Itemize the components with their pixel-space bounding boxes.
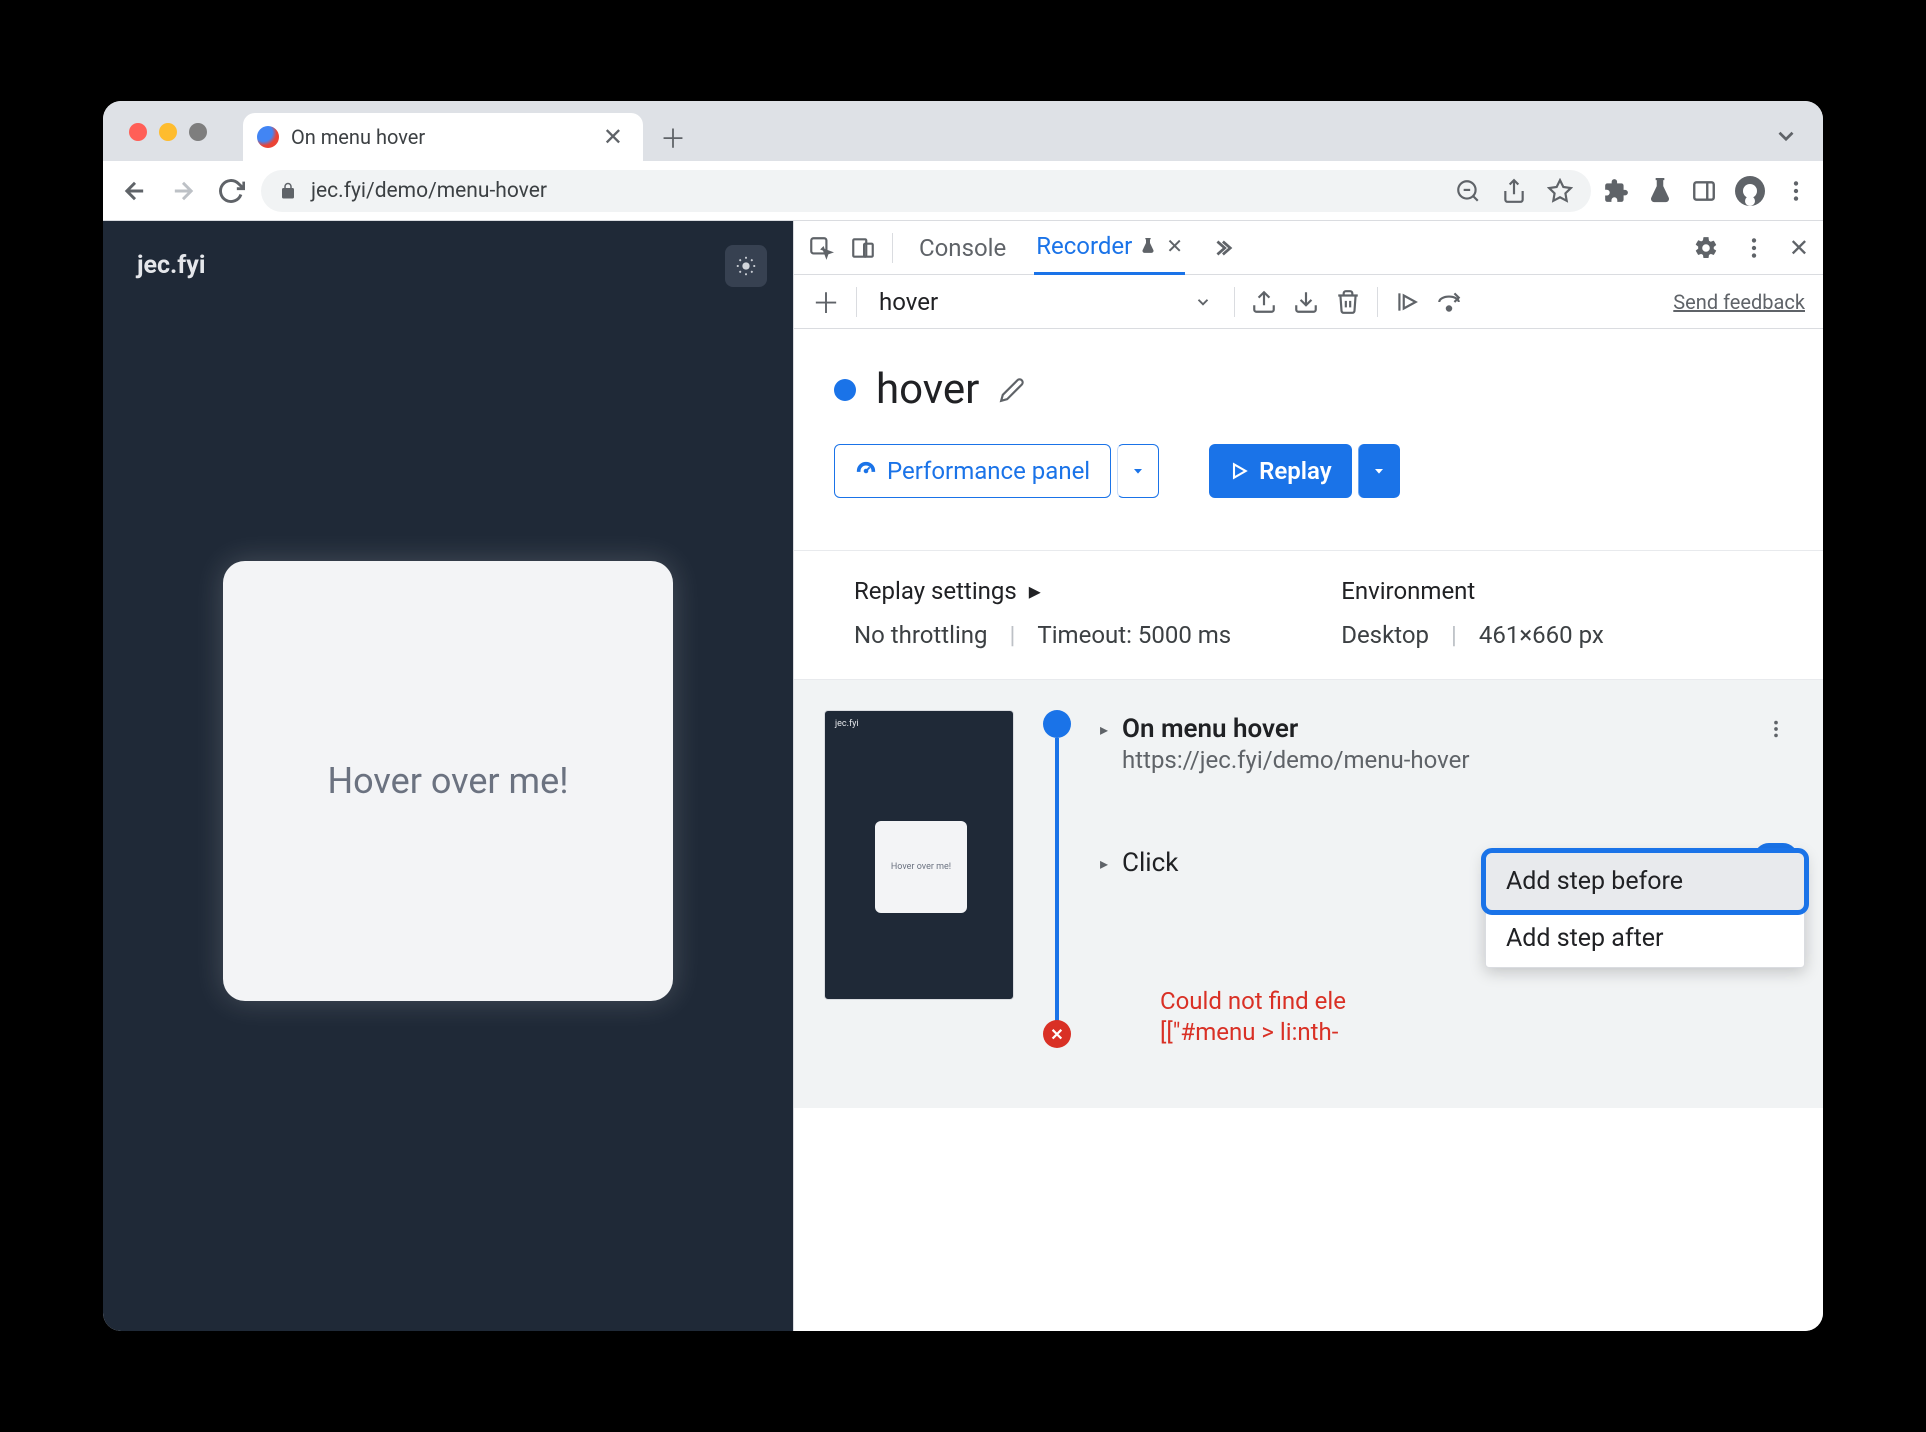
side-panel-icon[interactable] [1691, 178, 1717, 204]
step-item-navigate[interactable]: ▸ On menu hover https://jec.fyi/demo/men… [1100, 710, 1793, 792]
gauge-icon [855, 460, 877, 482]
settings-gear-icon[interactable] [1693, 235, 1719, 261]
tab-list-chevron-icon[interactable] [1773, 123, 1799, 149]
url-field[interactable]: jec.fyi/demo/menu-hover [261, 170, 1591, 212]
chevron-right-icon: ▸ [1029, 577, 1041, 605]
close-tab-icon[interactable]: ✕ [597, 123, 629, 151]
more-tabs-chevron-icon[interactable] [1211, 237, 1233, 259]
new-recording-button[interactable]: ＋ [812, 282, 840, 322]
step-title: On menu hover [1122, 714, 1745, 744]
browser-tab[interactable]: On menu hover ✕ [243, 113, 643, 161]
timeline-line [1055, 738, 1059, 1022]
reload-button[interactable] [213, 173, 249, 209]
edit-title-icon[interactable] [999, 377, 1025, 403]
timeline: ✕ [1040, 710, 1074, 1048]
timeline-error-icon: ✕ [1043, 1020, 1071, 1048]
tab-title: On menu hover [291, 125, 585, 149]
extensions-icon[interactable] [1603, 178, 1629, 204]
ctx-add-step-after[interactable]: Add step after [1486, 910, 1804, 967]
export-icon[interactable] [1251, 289, 1277, 315]
performance-panel-dropdown[interactable] [1117, 444, 1159, 498]
recording-select-value: hover [879, 288, 938, 316]
lock-icon [279, 182, 297, 200]
inspect-element-icon[interactable] [808, 235, 834, 261]
close-tab-recorder-icon[interactable]: ✕ [1166, 234, 1183, 258]
settings-block: Replay settings ▸ No throttling | Timeou… [794, 551, 1823, 679]
devtools-tab-bar: Console Recorder ✕ ✕ [794, 221, 1823, 275]
thumb-brand: jec.fyi [835, 719, 859, 729]
step-thumbnail[interactable]: jec.fyi Hover over me! [824, 710, 1014, 1000]
environment-heading: Environment [1341, 577, 1475, 605]
devtools-panel: Console Recorder ✕ ✕ ＋ [793, 221, 1823, 1331]
page-content: jec.fyi Hover over me! [103, 221, 793, 1331]
tab-recorder[interactable]: Recorder ✕ [1034, 221, 1185, 275]
ctx-add-step-before[interactable]: Add step before [1486, 853, 1804, 910]
content-row: jec.fyi Hover over me! Console [103, 221, 1823, 1331]
profile-avatar-icon[interactable] [1735, 176, 1765, 206]
timeout-value: Timeout: 5000 ms [1037, 621, 1231, 649]
step-error-text: Could not find ele [["#menu > li:nth- [1160, 986, 1540, 1048]
throttling-value: No throttling [854, 621, 988, 649]
new-tab-button[interactable]: ＋ [653, 117, 693, 157]
devtools-close-icon[interactable]: ✕ [1789, 234, 1809, 262]
replay-dropdown[interactable] [1358, 444, 1400, 498]
recording-title: hover [876, 365, 979, 414]
devtools-menu-icon[interactable] [1741, 235, 1767, 261]
recorder-body: hover Performance panel Replay [794, 329, 1823, 1331]
thumb-card: Hover over me! [875, 821, 967, 913]
step-context-menu: Add step before Add step after [1485, 852, 1805, 968]
browser-menu-icon[interactable] [1783, 178, 1809, 204]
minimize-window-icon[interactable] [159, 123, 177, 141]
url-text: jec.fyi/demo/menu-hover [311, 179, 1441, 203]
experiment-flask-icon [1140, 238, 1156, 254]
address-bar: jec.fyi/demo/menu-hover [103, 161, 1823, 221]
bookmark-star-icon[interactable] [1547, 178, 1573, 204]
delete-icon[interactable] [1335, 289, 1361, 315]
recording-header: hover Performance panel Replay [794, 329, 1823, 524]
browser-tab-bar: On menu hover ✕ ＋ [103, 101, 1823, 161]
import-icon[interactable] [1293, 289, 1319, 315]
back-button[interactable] [117, 173, 153, 209]
timeline-dot-icon [1043, 710, 1071, 738]
recording-status-dot-icon [834, 379, 856, 401]
theme-toggle-button[interactable] [725, 245, 767, 287]
step-over-icon[interactable] [1436, 289, 1462, 315]
device-toggle-icon[interactable] [850, 235, 876, 261]
favicon-icon [257, 126, 279, 148]
recorder-toolbar: ＋ hover Send feedback [794, 275, 1823, 329]
recording-select[interactable]: hover [873, 288, 1218, 316]
omnibox-actions [1455, 178, 1573, 204]
window-controls [129, 123, 207, 141]
hover-card-text: Hover over me! [327, 760, 568, 802]
step-more-icon[interactable] [1759, 714, 1793, 744]
play-icon [1229, 461, 1249, 481]
share-icon[interactable] [1501, 178, 1527, 204]
device-value: Desktop [1341, 621, 1429, 649]
step-subtitle: https://jec.fyi/demo/menu-hover [1122, 746, 1745, 774]
maximize-window-icon[interactable] [189, 123, 207, 141]
browser-window: On menu hover ✕ ＋ jec.fyi/demo/menu-hove… [103, 101, 1823, 1331]
steps-section: jec.fyi Hover over me! ✕ ▸ [794, 679, 1823, 1108]
labs-flask-icon[interactable] [1647, 178, 1673, 204]
close-window-icon[interactable] [129, 123, 147, 141]
chevron-down-icon [1194, 293, 1212, 311]
step-play-icon[interactable] [1394, 289, 1420, 315]
hover-card[interactable]: Hover over me! [223, 561, 673, 1001]
replay-settings-toggle[interactable]: Replay settings ▸ [854, 577, 1231, 605]
viewport-value: 461×660 px [1479, 621, 1604, 649]
chevron-right-icon: ▸ [1100, 854, 1108, 873]
chevron-right-icon: ▸ [1100, 720, 1108, 739]
zoom-out-icon[interactable] [1455, 178, 1481, 204]
tab-console[interactable]: Console [917, 222, 1008, 274]
replay-button[interactable]: Replay [1209, 444, 1352, 498]
toolbar-icons [1603, 176, 1809, 206]
forward-button[interactable] [165, 173, 201, 209]
performance-panel-button[interactable]: Performance panel [834, 444, 1111, 498]
send-feedback-link[interactable]: Send feedback [1673, 290, 1805, 314]
page-brand: jec.fyi [137, 251, 759, 280]
